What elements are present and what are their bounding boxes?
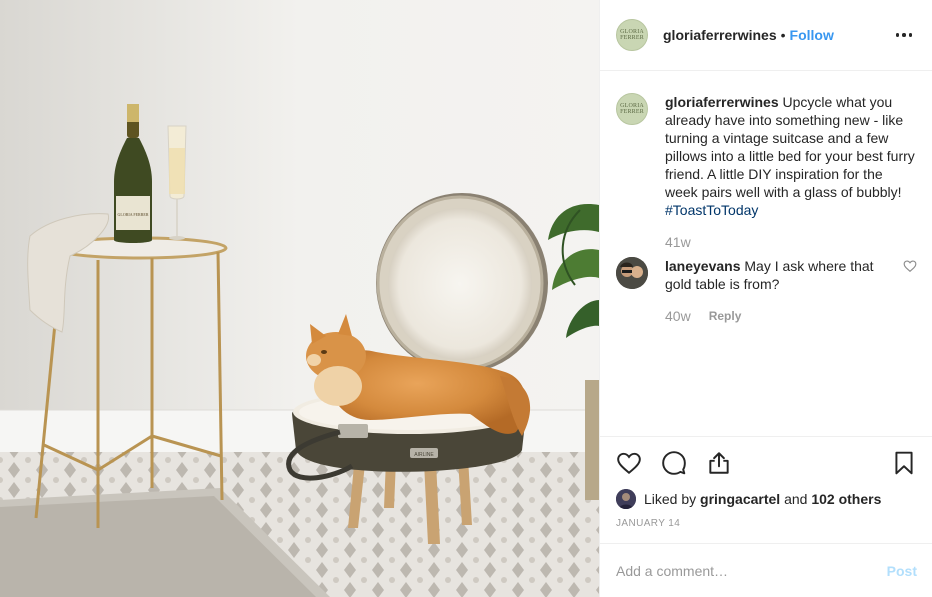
instagram-post: GLORIA FERRER AIRLINE GLORIA FERRER glor… bbox=[0, 0, 932, 597]
post-actions: Liked by gringacartel and 102 others JAN… bbox=[600, 436, 932, 529]
caption-body: gloriaferrerwines Upcycle what you alrea… bbox=[665, 93, 917, 251]
commenter-avatar[interactable] bbox=[616, 257, 648, 289]
heart-icon[interactable] bbox=[616, 450, 642, 476]
caption-username[interactable]: gloriaferrerwines bbox=[665, 94, 779, 110]
comment-meta: 40w Reply bbox=[665, 307, 897, 325]
post-header: GLORIA FERRER gloriaferrerwines • Follow bbox=[600, 0, 932, 71]
account-avatar[interactable]: GLORIA FERRER bbox=[616, 19, 648, 51]
bookmark-icon[interactable] bbox=[891, 450, 917, 476]
avatar-logo-text: GLORIA FERRER bbox=[620, 29, 644, 41]
post-photo[interactable]: GLORIA FERRER AIRLINE bbox=[0, 0, 599, 597]
likes-and: and bbox=[784, 491, 808, 507]
suitcase-tag: AIRLINE bbox=[414, 452, 434, 458]
caption-avatar[interactable]: GLORIA FERRER bbox=[616, 93, 648, 125]
caption-hashtag[interactable]: #ToastToToday bbox=[665, 202, 758, 218]
likes-prefix: Liked by bbox=[644, 491, 697, 507]
post-details-panel: GLORIA FERRER gloriaferrerwines • Follow… bbox=[599, 0, 932, 597]
comment-icon[interactable] bbox=[661, 450, 687, 476]
suitcase-lid bbox=[376, 193, 548, 373]
liker-avatar[interactable] bbox=[616, 489, 636, 509]
avatar-logo-text: GLORIA FERRER bbox=[620, 103, 644, 115]
comment-body: laneyevans May I ask where that gold tab… bbox=[665, 257, 897, 325]
account-username[interactable]: gloriaferrerwines bbox=[663, 27, 777, 43]
action-bar bbox=[616, 437, 917, 489]
reply-button[interactable]: Reply bbox=[709, 307, 742, 325]
post-date[interactable]: JANUARY 14 bbox=[616, 518, 917, 529]
share-icon[interactable] bbox=[706, 450, 732, 476]
post-comment-button[interactable]: Post bbox=[887, 563, 917, 579]
follow-button[interactable]: Follow bbox=[790, 27, 834, 43]
add-comment-bar: Post bbox=[600, 543, 932, 597]
ellipsis-icon[interactable] bbox=[892, 23, 916, 47]
likes-summary: Liked by gringacartel and 102 others bbox=[616, 489, 917, 509]
likes-others-link[interactable]: 102 others bbox=[811, 491, 881, 507]
caption-timestamp[interactable]: 41w bbox=[665, 233, 691, 251]
comment-username[interactable]: laneyevans bbox=[665, 258, 741, 274]
comments-section: GLORIA FERRER gloriaferrerwines Upcycle … bbox=[600, 71, 932, 436]
post-caption: GLORIA FERRER gloriaferrerwines Upcycle … bbox=[616, 93, 917, 251]
comment-heart-icon[interactable] bbox=[903, 259, 917, 273]
post-image: GLORIA FERRER AIRLINE bbox=[0, 0, 599, 597]
comment-timestamp[interactable]: 40w bbox=[665, 307, 691, 325]
bottle-label: GLORIA FERRER bbox=[117, 212, 148, 217]
separator-dot: • bbox=[780, 27, 786, 43]
add-comment-input[interactable] bbox=[616, 562, 887, 579]
liker-username[interactable]: gringacartel bbox=[700, 491, 780, 507]
comment-item: laneyevans May I ask where that gold tab… bbox=[616, 257, 917, 325]
